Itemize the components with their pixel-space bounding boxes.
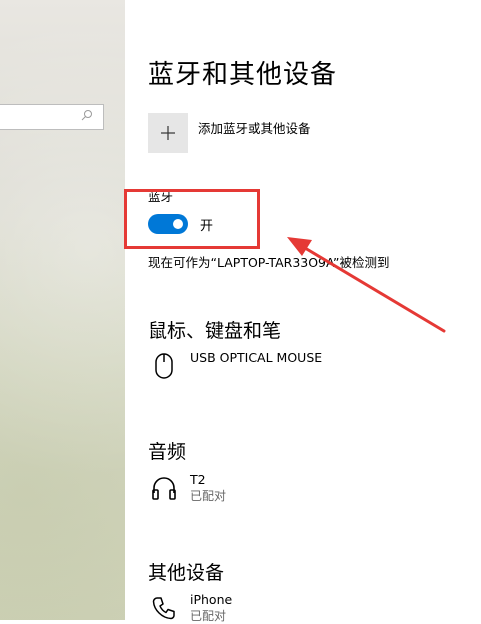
search-icon[interactable]: [81, 109, 93, 124]
left-background-pane: [0, 0, 125, 620]
annotation-highlight-box: [124, 189, 260, 249]
headphones-icon: [148, 472, 180, 504]
settings-search-input[interactable]: [0, 104, 104, 130]
device-name: USB OPTICAL MOUSE: [190, 350, 323, 365]
phone-icon: [148, 592, 180, 624]
device-status: 已配对: [190, 609, 227, 623]
section-title-other: 其他设备: [148, 562, 225, 584]
mouse-icon: [148, 350, 180, 382]
device-status: 已配对: [190, 489, 227, 503]
device-audio[interactable]: T2 已配对: [148, 472, 226, 504]
section-title-mouse: 鼠标、键盘和笔: [148, 320, 282, 342]
device-mouse[interactable]: USB OPTICAL MOUSE: [148, 350, 322, 382]
device-name: T2: [190, 472, 206, 487]
plus-icon[interactable]: [148, 113, 188, 153]
page-title: 蓝牙和其他设备: [148, 60, 338, 90]
discoverable-text: 现在可作为“LAPTOP-TAR33O9A”被检测到: [148, 255, 390, 270]
add-device-label[interactable]: 添加蓝牙或其他设备: [198, 118, 311, 137]
device-other[interactable]: iPhone 已配对: [148, 592, 232, 624]
device-name: iPhone: [190, 592, 233, 607]
section-title-audio: 音频: [148, 441, 187, 463]
add-device-button[interactable]: 添加蓝牙或其他设备: [148, 113, 311, 153]
